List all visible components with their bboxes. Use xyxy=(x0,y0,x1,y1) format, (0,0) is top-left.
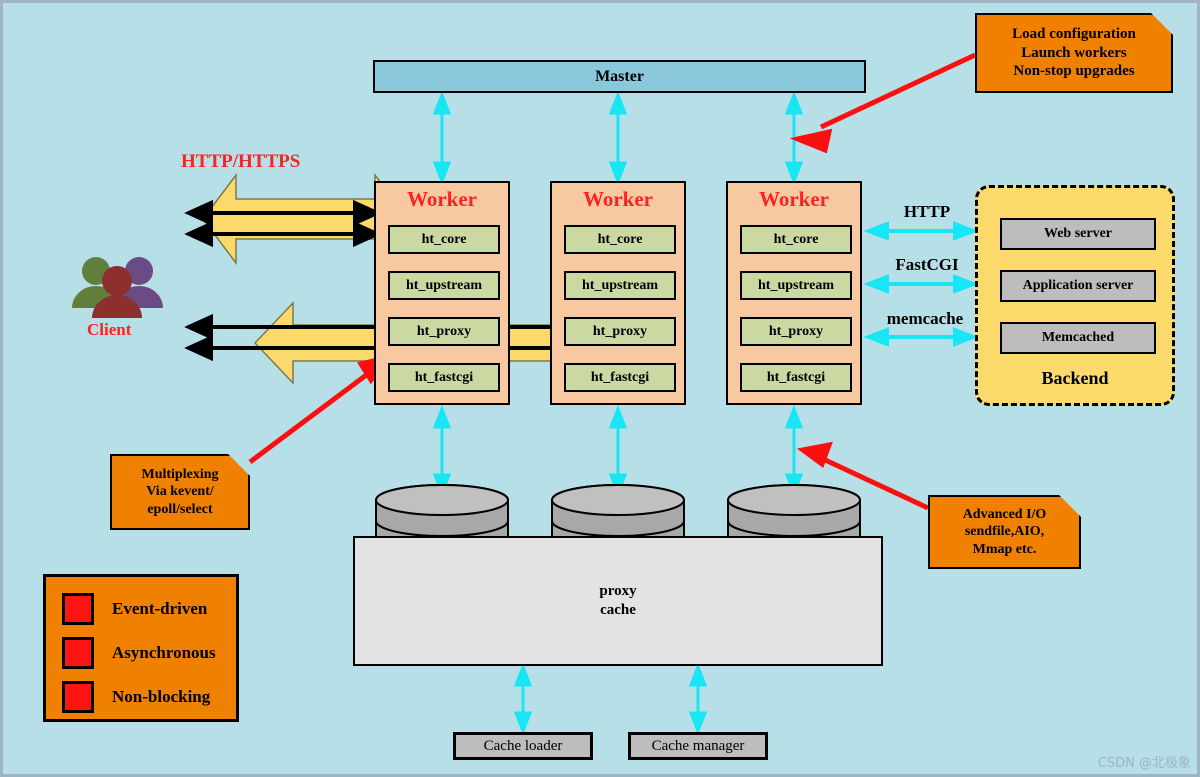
callout-multiplexing: Multiplexing Via kevent/ epoll/select xyxy=(110,454,250,530)
legend-item-event-driven: Event-driven xyxy=(46,587,236,631)
module-ht-fastcgi[interactable]: ht_fastcgi xyxy=(740,363,852,392)
proxy-cache-label-line2: cache xyxy=(600,602,636,618)
legend-item-asynchronous: Asynchronous xyxy=(46,631,236,675)
cache-manager-label: Cache manager xyxy=(651,737,745,754)
callout-line-1: Advanced I/O xyxy=(962,506,1047,522)
client-icon xyxy=(72,257,163,318)
module-ht-core[interactable]: ht_core xyxy=(564,225,676,254)
legend-label: Asynchronous xyxy=(112,643,216,662)
callout-line-2: sendfile,AIO, xyxy=(964,524,1045,540)
protocol-label-fastcgi: FastCGI xyxy=(895,255,959,274)
module-ht-upstream[interactable]: ht_upstream xyxy=(740,271,852,300)
callout-line-1: Load configuration xyxy=(1012,25,1136,42)
module-ht-fastcgi[interactable]: ht_fastcgi xyxy=(388,363,500,392)
module-ht-fastcgi[interactable]: ht_fastcgi xyxy=(564,363,676,392)
backend-memcached[interactable]: Memcached xyxy=(1000,322,1156,354)
master-process-box[interactable]: Master xyxy=(373,60,866,93)
legend-swatch-icon xyxy=(62,681,94,713)
client-label: Client xyxy=(87,320,132,339)
module-ht-proxy[interactable]: ht_proxy xyxy=(740,317,852,346)
worker-cache-connectors xyxy=(432,404,804,498)
module-ht-core[interactable]: ht_core xyxy=(740,225,852,254)
backend-label: Backend xyxy=(1041,368,1109,388)
module-ht-proxy[interactable]: ht_proxy xyxy=(388,317,500,346)
callout-master-duties: Load configuration Launch workers Non-st… xyxy=(975,13,1173,93)
module-ht-upstream[interactable]: ht_upstream xyxy=(564,271,676,300)
master-worker-connectors xyxy=(432,90,804,186)
module-ht-upstream[interactable]: ht_upstream xyxy=(388,271,500,300)
callout-line-1: Multiplexing xyxy=(141,466,219,482)
worker-box-3[interactable]: Worker ht_core ht_upstream ht_proxy ht_f… xyxy=(726,181,862,405)
legend-swatch-icon xyxy=(62,637,94,669)
watermark: CSDN @北极象 xyxy=(1097,756,1191,771)
http-https-label: HTTP/HTTPS xyxy=(181,151,301,172)
worker-box-2[interactable]: Worker ht_core ht_upstream ht_proxy ht_f… xyxy=(550,181,686,405)
callout-line-2: Launch workers xyxy=(1021,44,1127,61)
legend-item-non-blocking: Non-blocking xyxy=(46,675,236,719)
cache-manager-box[interactable]: Cache manager xyxy=(628,732,768,760)
diagram-canvas: Master Worker ht_core ht_upstream ht_pro… xyxy=(0,0,1200,777)
cache-loader-label: Cache loader xyxy=(483,737,563,754)
cache-loader-connectors xyxy=(513,662,708,736)
callout-line-3: Non-stop upgrades xyxy=(1013,63,1135,80)
pointer-io xyxy=(796,441,930,511)
callout-advanced-io: Advanced I/O sendfile,AIO, Mmap etc. xyxy=(928,495,1081,569)
backend-application-server[interactable]: Application server xyxy=(1000,270,1156,302)
callout-line-3: Mmap etc. xyxy=(972,541,1037,557)
cache-loader-box[interactable]: Cache loader xyxy=(453,732,593,760)
module-ht-core[interactable]: ht_core xyxy=(388,225,500,254)
worker-box-1[interactable]: Worker ht_core ht_upstream ht_proxy ht_f… xyxy=(374,181,510,405)
proxy-cache-label-line1: proxy xyxy=(599,582,637,599)
legend-box: Event-driven Asynchronous Non-blocking xyxy=(43,574,239,722)
module-ht-proxy[interactable]: ht_proxy xyxy=(564,317,676,346)
legend-label: Non-blocking xyxy=(112,687,211,706)
master-label: Master xyxy=(595,67,644,85)
callout-line-2: Via kevent/ xyxy=(146,484,214,500)
backend-group: Web server Application server Memcached … xyxy=(975,185,1175,406)
legend-label: Event-driven xyxy=(112,599,208,618)
proxy-cache-box[interactable]: proxy cache xyxy=(353,536,883,666)
worker-title: Worker xyxy=(583,187,653,211)
backend-web-server[interactable]: Web server xyxy=(1000,218,1156,250)
protocol-label-http: HTTP xyxy=(903,202,951,221)
pointer-multiplexing xyxy=(248,352,397,465)
worker-title: Worker xyxy=(407,187,477,211)
callout-line-3: epoll/select xyxy=(147,501,213,517)
worker-title: Worker xyxy=(759,187,829,211)
protocol-label-memcache: memcache xyxy=(886,309,964,328)
legend-swatch-icon xyxy=(62,593,94,625)
